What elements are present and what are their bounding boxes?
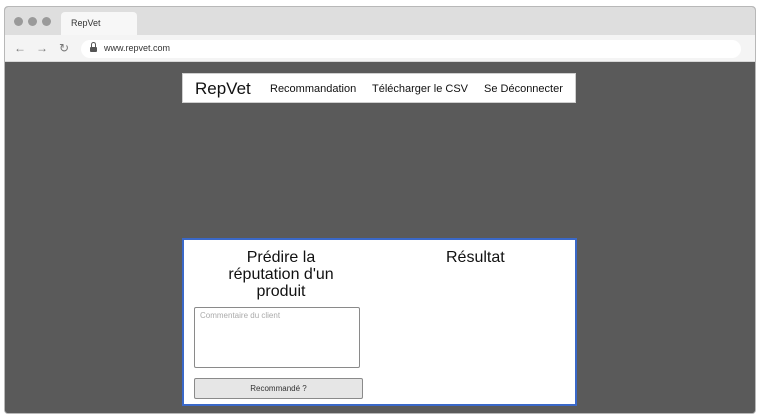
browser-tab-title: RepVet: [71, 18, 101, 28]
nav-link-telecharger-csv[interactable]: Télécharger le CSV: [372, 83, 468, 95]
nav-link-se-deconnecter[interactable]: Se Déconnecter: [484, 83, 563, 95]
result-title: Résultat: [446, 249, 505, 266]
top-navbar: RepVet Recommandation Télécharger le CSV…: [182, 73, 576, 103]
comment-input[interactable]: [194, 307, 360, 368]
reload-icon[interactable]: ↻: [59, 41, 69, 55]
maximize-window-dot-icon[interactable]: [42, 17, 51, 26]
recommend-button[interactable]: Recommandé ?: [194, 378, 363, 399]
forward-arrow-icon[interactable]: →: [36, 41, 48, 55]
lock-icon: [90, 42, 97, 53]
url-text: www.repvet.com: [104, 43, 171, 53]
browser-toolbar: ← → ↻ www.repvet.com: [5, 35, 755, 62]
browser-tab[interactable]: RepVet: [61, 12, 137, 35]
back-arrow-icon[interactable]: ←: [14, 41, 26, 55]
close-window-dot-icon[interactable]: [14, 17, 23, 26]
tab-strip: RepVet: [5, 7, 755, 35]
prediction-card: Prédire la réputation d'un produit Résul…: [182, 238, 577, 406]
page-content: RepVet Recommandation Télécharger le CSV…: [5, 63, 755, 413]
nav-link-recommandation[interactable]: Recommandation: [270, 83, 356, 95]
minimize-window-dot-icon[interactable]: [28, 17, 37, 26]
predict-title: Prédire la réputation d'un produit: [228, 249, 334, 300]
browser-window: RepVet ← → ↻ www.repvet.com RepVet Recom…: [4, 6, 756, 414]
brand-logo[interactable]: RepVet: [195, 79, 251, 99]
address-bar[interactable]: www.repvet.com: [81, 40, 741, 58]
